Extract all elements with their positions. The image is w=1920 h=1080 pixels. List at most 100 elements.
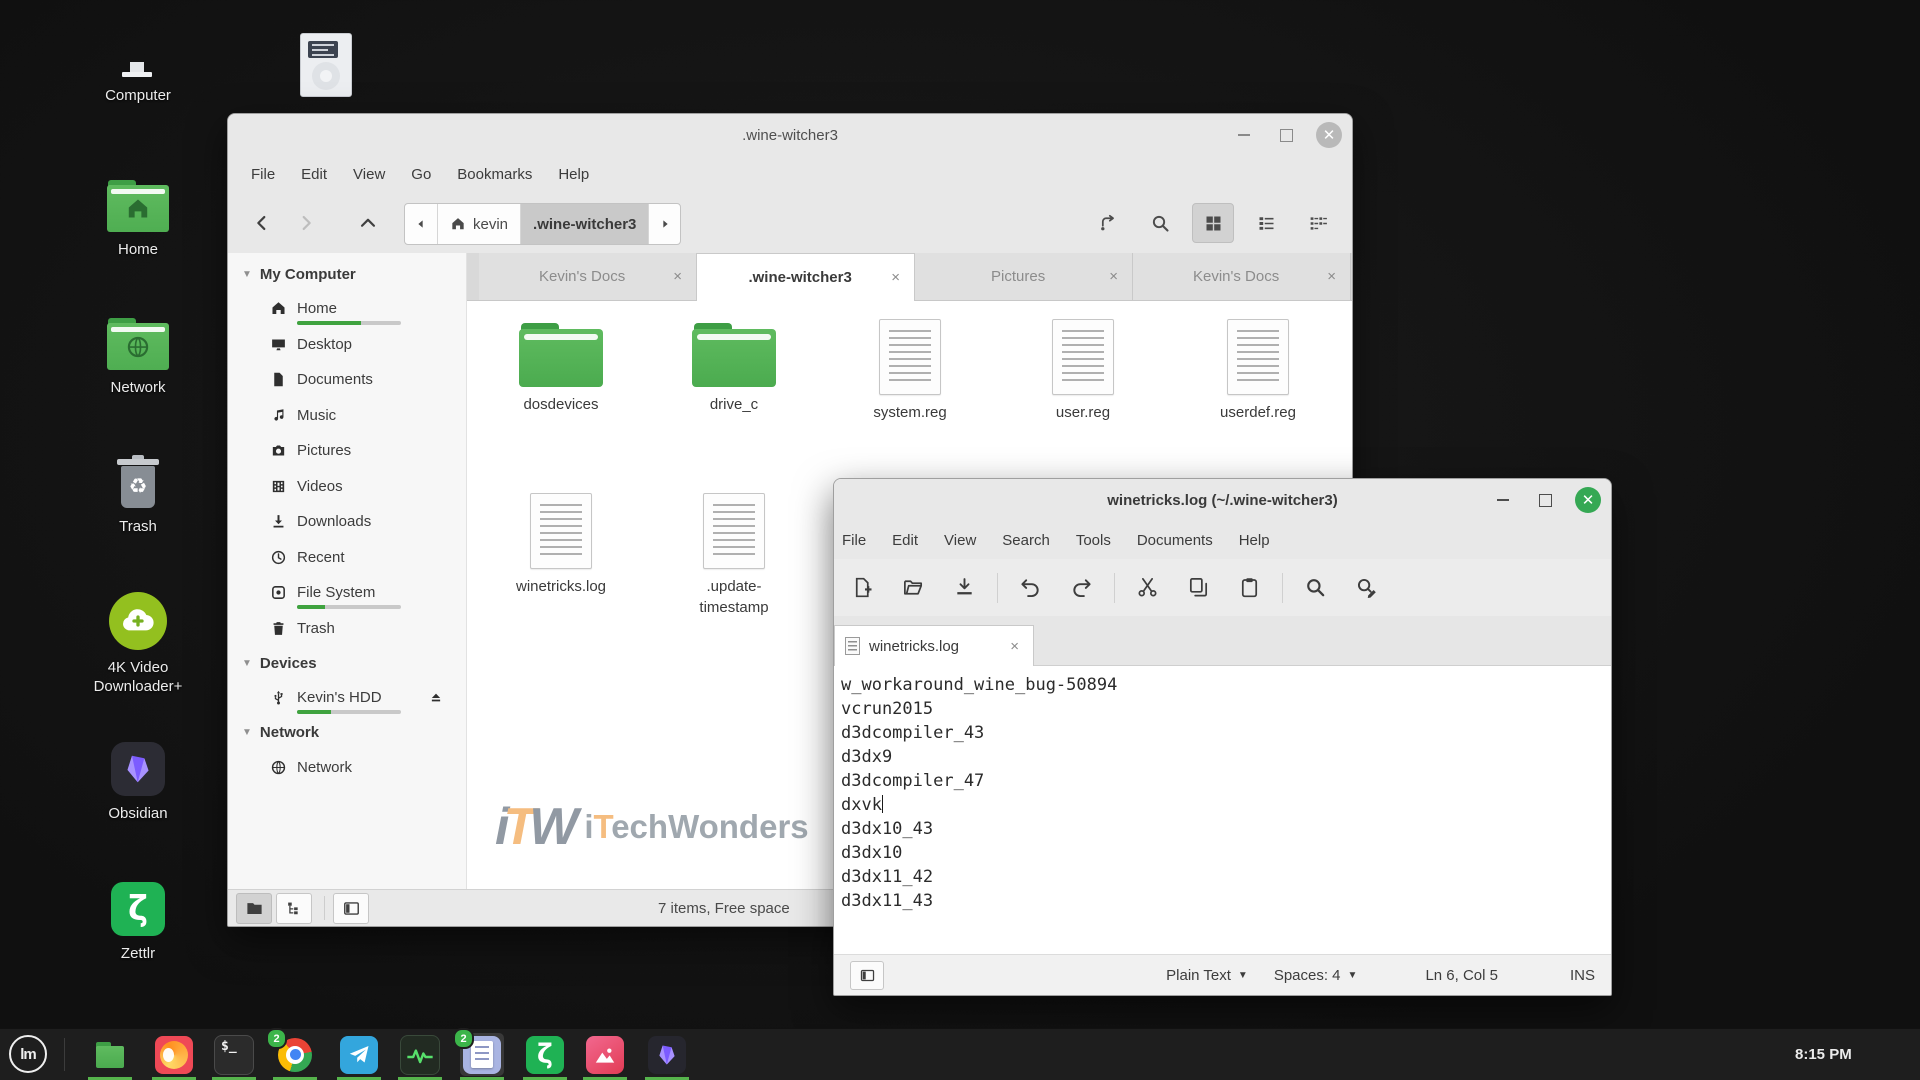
redo-button[interactable] <box>1063 569 1099 607</box>
menu-edit[interactable]: Edit <box>892 528 918 553</box>
file-item-user-reg[interactable]: user.reg <box>1008 319 1158 423</box>
menu-bookmarks[interactable]: Bookmarks <box>457 162 532 187</box>
desktop-icon-4k-video-downloader[interactable]: 4K Video Downloader+ <box>74 592 202 697</box>
file-item-userdef-reg[interactable]: userdef.reg <box>1183 319 1333 423</box>
file-item-drive-c[interactable]: drive_c <box>659 315 809 415</box>
tree-pane-button[interactable] <box>276 893 312 924</box>
view-compact-button[interactable] <box>1298 204 1338 242</box>
taskbar-app-file-manager[interactable] <box>88 1033 132 1076</box>
sidebar-item-music[interactable]: Music <box>228 398 466 434</box>
desktop-icon-obsidian[interactable]: Obsidian <box>74 742 202 824</box>
menu-documents[interactable]: Documents <box>1137 528 1213 553</box>
open-button[interactable] <box>895 569 931 607</box>
back-button[interactable] <box>240 203 284 243</box>
menu-view[interactable]: View <box>944 528 976 553</box>
view-list-button[interactable] <box>1246 204 1286 242</box>
tab-pictures[interactable]: Pictures× <box>915 253 1133 300</box>
sidebar-item-pictures[interactable]: Pictures <box>228 433 466 469</box>
menu-help[interactable]: Help <box>1239 528 1270 553</box>
sidebar-item-home[interactable]: Home <box>228 291 466 327</box>
tab-close-button[interactable]: × <box>887 267 904 288</box>
undo-button[interactable] <box>1012 569 1048 607</box>
file-item-dosdevices[interactable]: dosdevices <box>486 315 636 415</box>
menu-button[interactable]: lm <box>8 1034 48 1074</box>
breadcrumb-home-button[interactable]: kevin <box>437 204 520 244</box>
sidebar-section-my-computer[interactable]: ▼My Computer <box>228 257 466 291</box>
file-item-winetricks-log[interactable]: winetricks.log <box>486 493 636 597</box>
taskbar-app-system-monitor[interactable] <box>398 1033 442 1076</box>
taskbar-app-telegram[interactable] <box>337 1033 381 1076</box>
taskbar-app-chrome[interactable]: 2 <box>273 1033 317 1076</box>
tab-kevin-s-docs[interactable]: Kevin's Docs× <box>1133 253 1351 300</box>
sidebar-item-recent[interactable]: Recent <box>228 540 466 576</box>
minimize-button[interactable] <box>1232 123 1256 147</box>
taskbar-app-text-editor[interactable]: 2 <box>460 1033 504 1076</box>
menu-file[interactable]: File <box>251 162 275 187</box>
tab-width-selector[interactable]: Spaces: 4▼ <box>1274 967 1358 984</box>
tab-close-button[interactable]: × <box>1323 266 1340 287</box>
view-grid-button[interactable] <box>1192 203 1234 243</box>
taskbar-clock[interactable]: 8:15 PM <box>1795 1029 1852 1080</box>
copy-button[interactable] <box>1180 569 1216 607</box>
taskbar-app-terminal[interactable]: $_ <box>212 1033 256 1076</box>
taskbar-app-firefox[interactable] <box>152 1033 196 1076</box>
eject-button[interactable] <box>428 689 444 706</box>
save-button[interactable] <box>946 569 982 607</box>
breadcrumb-scroll-right-button[interactable] <box>648 204 680 244</box>
file-manager-titlebar[interactable]: .wine-witcher3 ✕ <box>228 114 1352 156</box>
file-item-system-reg[interactable]: system.reg <box>835 319 985 423</box>
sidebar-item-kevin-s-hdd[interactable]: Kevin's HDD <box>228 680 466 716</box>
sidebar-section-network[interactable]: ▼Network <box>228 716 466 750</box>
breadcrumb-scroll-left-button[interactable] <box>405 204 437 244</box>
find-button[interactable] <box>1297 569 1333 607</box>
file-item--update-timestamp[interactable]: .update-timestamp <box>659 493 809 618</box>
sidebar-item-downloads[interactable]: Downloads <box>228 504 466 540</box>
search-button[interactable] <box>1140 204 1180 242</box>
tab-close-button[interactable]: × <box>669 266 686 287</box>
text-editor-content[interactable]: w_workaround_wine_bug-50894vcrun2015d3dc… <box>834 666 1611 954</box>
desktop-icon-computer[interactable]: Computer <box>74 26 202 106</box>
desktop-icon-zettlr[interactable]: ζZettlr <box>74 882 202 964</box>
close-button[interactable]: ✕ <box>1316 122 1342 148</box>
find-replace-button[interactable] <box>1348 569 1384 607</box>
desktop-icon-trash[interactable]: ♻Trash <box>74 455 202 537</box>
menu-go[interactable]: Go <box>411 162 431 187</box>
new-document-button[interactable] <box>844 569 880 607</box>
sidebar-item-videos[interactable]: Videos <box>228 469 466 505</box>
sidebar-item-desktop[interactable]: Desktop <box>228 327 466 363</box>
language-selector[interactable]: Plain Text▼ <box>1166 967 1248 984</box>
maximize-button[interactable] <box>1274 123 1298 147</box>
desktop-icon-hard-disk[interactable] <box>300 33 352 97</box>
desktop-icon-home[interactable]: Home <box>74 180 202 260</box>
maximize-button[interactable] <box>1533 488 1557 512</box>
tab--wine-witcher3[interactable]: .wine-witcher3× <box>697 253 915 301</box>
menu-search[interactable]: Search <box>1002 528 1050 553</box>
sidebar-item-network[interactable]: Network <box>228 750 466 786</box>
toggle-location-entry-button[interactable] <box>1088 204 1128 242</box>
menu-view[interactable]: View <box>353 162 385 187</box>
menu-tools[interactable]: Tools <box>1076 528 1111 553</box>
text-editor-titlebar[interactable]: winetricks.log (~/.wine-witcher3) ✕ <box>834 479 1611 521</box>
tab-close-button[interactable]: × <box>1006 636 1023 657</box>
up-button[interactable] <box>346 203 390 243</box>
toggle-side-panel-button[interactable] <box>850 961 884 990</box>
taskbar-app-pix[interactable] <box>583 1033 627 1076</box>
sidebar-item-file-system[interactable]: File System <box>228 575 466 611</box>
places-pane-button[interactable] <box>236 893 272 924</box>
paste-button[interactable] <box>1231 569 1267 607</box>
menu-edit[interactable]: Edit <box>301 162 327 187</box>
minimize-button[interactable] <box>1491 488 1515 512</box>
sidebar-item-documents[interactable]: Documents <box>228 362 466 398</box>
breadcrumb-current-button[interactable]: .wine-witcher3 <box>520 204 648 244</box>
tab-kevin-s-docs[interactable]: Kevin's Docs× <box>479 253 697 300</box>
taskbar-app-zettlr[interactable]: ζ <box>523 1033 567 1076</box>
toggle-sidebar-button[interactable] <box>333 893 369 924</box>
menu-file[interactable]: File <box>842 528 866 553</box>
sidebar-section-devices[interactable]: ▼Devices <box>228 646 466 680</box>
tab-close-button[interactable]: × <box>1105 266 1122 287</box>
sidebar-item-trash[interactable]: Trash <box>228 611 466 647</box>
forward-button[interactable] <box>284 203 328 243</box>
tab-winetricks-log[interactable]: winetricks.log × <box>834 625 1034 666</box>
close-button[interactable]: ✕ <box>1575 487 1601 513</box>
desktop-icon-network[interactable]: Network <box>74 318 202 398</box>
